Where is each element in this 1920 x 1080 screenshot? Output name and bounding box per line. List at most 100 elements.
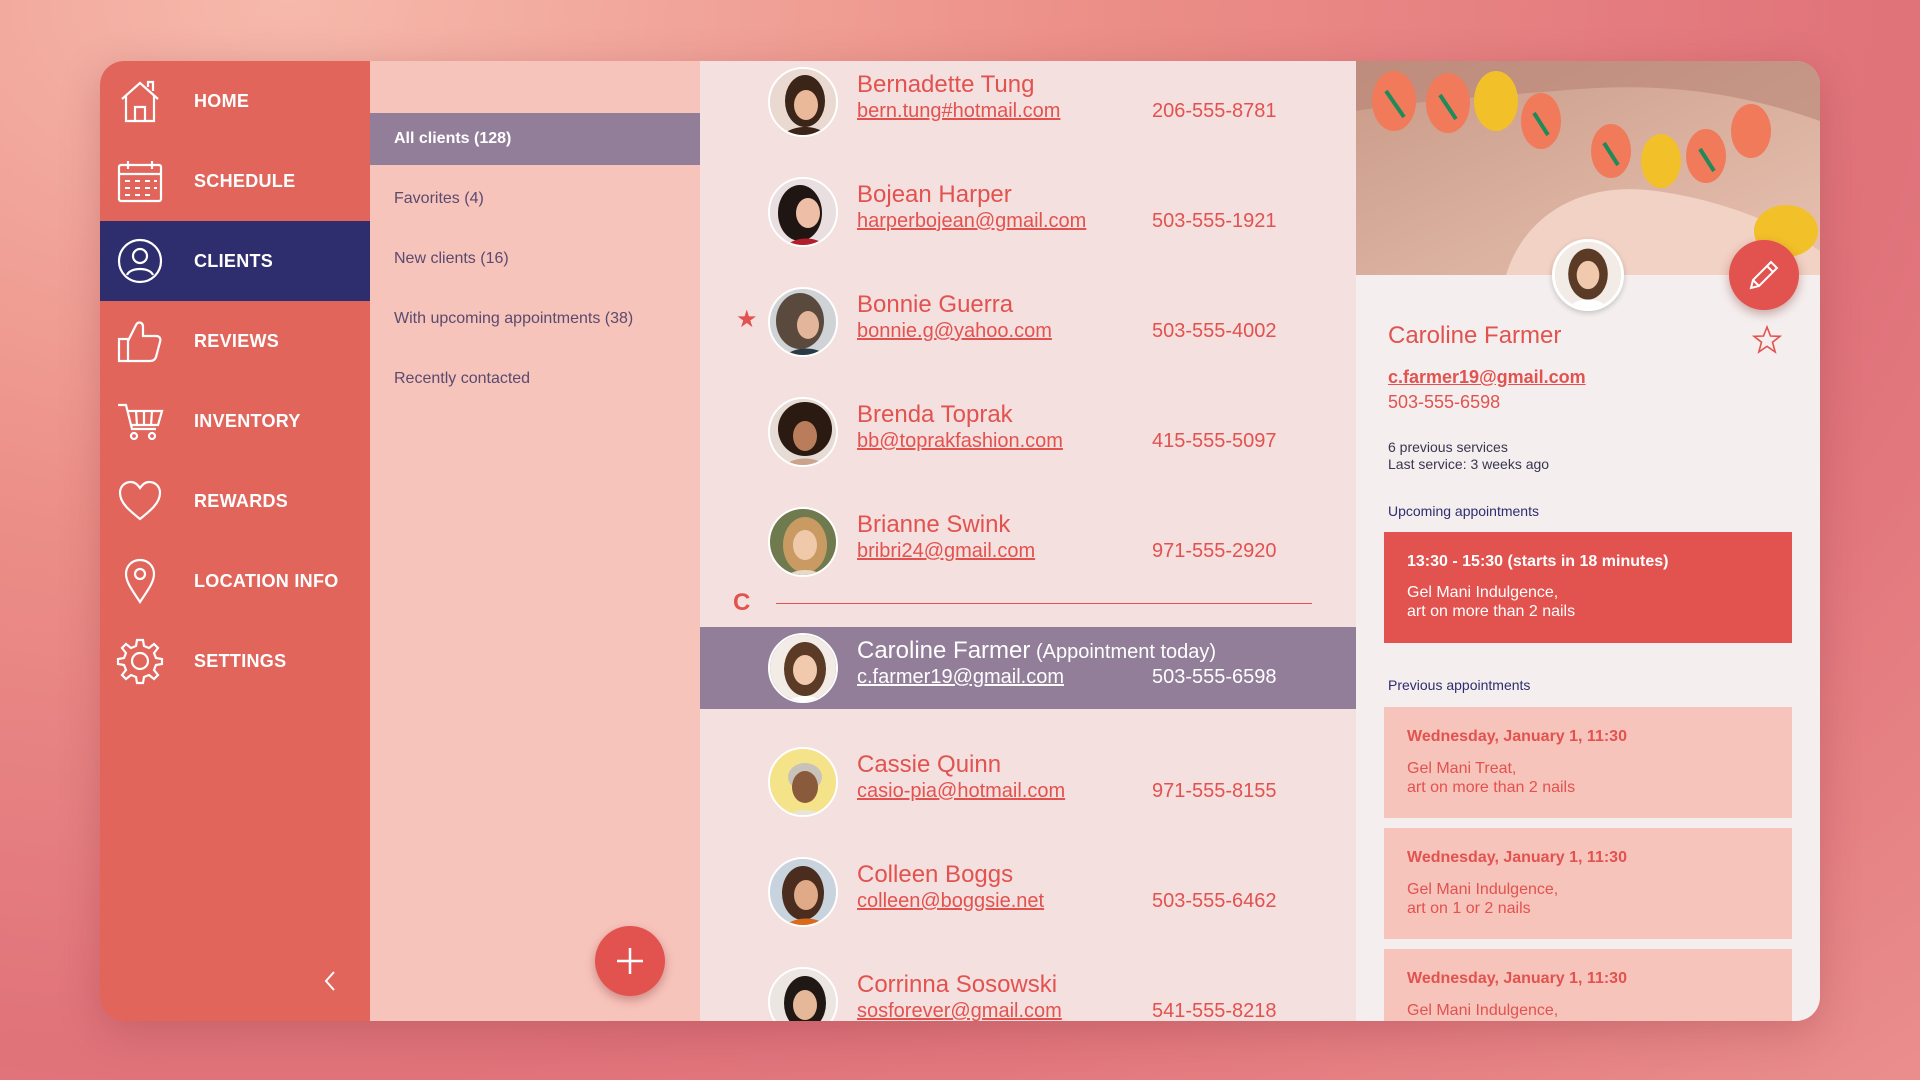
appointment-time: Wednesday, January 1, 11:30 bbox=[1407, 728, 1627, 745]
avatar bbox=[768, 633, 838, 703]
client-email[interactable]: bb@toprakfashion.com bbox=[857, 430, 1063, 453]
avatar bbox=[768, 857, 838, 927]
avatar bbox=[768, 967, 838, 1021]
client-email[interactable]: harperbojean@gmail.com bbox=[857, 210, 1086, 233]
star-outline-icon bbox=[1751, 324, 1783, 354]
avatar bbox=[768, 507, 838, 577]
client-row[interactable]: Colleen Boggs colleen@boggsie.net 503-55… bbox=[700, 851, 1356, 933]
client-name: Bonnie Guerra bbox=[857, 291, 1014, 318]
filter-recently-contacted[interactable]: Recently contacted bbox=[370, 353, 700, 405]
appointment-service: Gel Mani Indulgence, bbox=[1407, 584, 1559, 601]
client-row[interactable]: Cassie Quinn casio-pia@hotmail.com 971-5… bbox=[700, 741, 1356, 823]
nav-label: CLIENTS bbox=[194, 250, 274, 271]
client-email[interactable]: bonnie.g@yahoo.com bbox=[857, 320, 1052, 343]
filter-all-clients[interactable]: All clients (128) bbox=[370, 113, 700, 165]
nav-settings[interactable]: SETTINGS bbox=[100, 621, 370, 701]
previous-appointment-card[interactable]: Wednesday, January 1, 11:30 Gel Mani Ind… bbox=[1384, 828, 1792, 939]
upcoming-appointments-heading: Upcoming appointments bbox=[1388, 503, 1539, 519]
filter-favorites[interactable]: Favorites (4) bbox=[370, 173, 700, 225]
client-name: Brenda Toprak bbox=[857, 401, 1013, 428]
appointment-service: Gel Mani Indulgence, bbox=[1407, 881, 1559, 898]
client-row[interactable]: ★ Bonnie Guerra bonnie.g@yahoo.com 503-5… bbox=[700, 281, 1356, 363]
chevron-left-icon bbox=[324, 971, 335, 991]
thumbs-up-icon bbox=[100, 301, 180, 381]
filter-upcoming-appointments[interactable]: With upcoming appointments (38) bbox=[370, 293, 700, 345]
client-row[interactable]: Corrinna Sosowski sosforever@gmail.com 5… bbox=[700, 961, 1356, 1021]
client-row[interactable]: Bernadette Tung bern.tung#hotmail.com 20… bbox=[700, 61, 1356, 143]
client-filters: All clients (128) Favorites (4) New clie… bbox=[370, 61, 700, 1021]
nav-label: REVIEWS bbox=[194, 330, 280, 351]
nav-label: REWARDS bbox=[194, 490, 289, 511]
appointment-service: Gel Mani Treat, bbox=[1407, 760, 1517, 777]
nav-reviews[interactable]: REVIEWS bbox=[100, 301, 370, 381]
client-name: Cassie Quinn bbox=[857, 751, 1002, 778]
avatar bbox=[768, 397, 838, 467]
client-email[interactable]: bribri24@gmail.com bbox=[857, 540, 1035, 563]
nav-schedule[interactable]: SCHEDULE bbox=[100, 141, 370, 221]
heart-icon bbox=[100, 461, 180, 541]
calendar-icon bbox=[100, 141, 180, 221]
previous-services-count: 6 previous services bbox=[1388, 439, 1508, 455]
collapse-sidebar-button[interactable] bbox=[315, 966, 345, 996]
client-detail-email[interactable]: c.farmer19@gmail.com bbox=[1388, 367, 1586, 388]
favorite-star-icon: ★ bbox=[736, 306, 758, 333]
location-pin-icon bbox=[100, 541, 180, 621]
nav-label: SCHEDULE bbox=[194, 170, 296, 191]
add-client-button[interactable] bbox=[595, 926, 665, 996]
appointment-time: Wednesday, January 1, 11:30 bbox=[1407, 970, 1627, 987]
avatar bbox=[768, 67, 838, 137]
section-letter: C bbox=[733, 589, 751, 616]
nav-label: HOME bbox=[194, 90, 250, 111]
client-phone: 971-555-8155 bbox=[1152, 780, 1277, 802]
filter-new-clients[interactable]: New clients (16) bbox=[370, 233, 700, 285]
upcoming-appointment-card[interactable]: 13:30 - 15:30 (starts in 18 minutes) Gel… bbox=[1384, 532, 1792, 643]
client-name: Brianne Swink bbox=[857, 511, 1011, 538]
nav-home[interactable]: HOME bbox=[100, 61, 370, 141]
client-email[interactable]: colleen@boggsie.net bbox=[857, 890, 1044, 913]
favorite-toggle[interactable] bbox=[1751, 324, 1783, 360]
edit-client-button[interactable] bbox=[1729, 240, 1799, 310]
sidebar: HOME SCHEDULE CLIENTS REVIEWS INVENTORY bbox=[100, 61, 370, 1021]
client-row-selected[interactable]: Caroline Farmer (Appointment today) c.fa… bbox=[700, 627, 1356, 709]
client-avatar bbox=[1552, 239, 1624, 311]
appointment-service-detail: art on more than 2 nails bbox=[1407, 779, 1576, 796]
client-name: Bojean Harper bbox=[857, 181, 1012, 208]
client-row[interactable]: Bojean Harper harperbojean@gmail.com 503… bbox=[700, 171, 1356, 253]
client-phone: 971-555-2920 bbox=[1152, 540, 1277, 562]
nav-rewards[interactable]: REWARDS bbox=[100, 461, 370, 541]
client-details: Caroline Farmer c.farmer19@gmail.com 503… bbox=[1356, 61, 1820, 1021]
service-summary: 6 previous services Last service: 3 week… bbox=[1388, 439, 1549, 473]
client-email[interactable]: casio-pia@hotmail.com bbox=[857, 780, 1065, 803]
nav-inventory[interactable]: INVENTORY bbox=[100, 381, 370, 461]
home-icon bbox=[100, 61, 180, 141]
avatar bbox=[768, 177, 838, 247]
client-detail-phone: 503-555-6598 bbox=[1388, 392, 1501, 412]
client-phone: 503-555-6462 bbox=[1152, 890, 1277, 912]
appointment-today-note: (Appointment today) bbox=[1030, 641, 1217, 663]
appointment-service-detail: art on more than 2 nails bbox=[1407, 603, 1576, 620]
client-list: Bernadette Tung bern.tung#hotmail.com 20… bbox=[700, 61, 1356, 1021]
client-email[interactable]: c.farmer19@gmail.com bbox=[857, 666, 1064, 689]
previous-appointment-card[interactable]: Wednesday, January 1, 11:30 Gel Mani Tre… bbox=[1384, 707, 1792, 818]
nav-clients[interactable]: CLIENTS bbox=[100, 221, 370, 301]
nav-label: SETTINGS bbox=[194, 650, 287, 671]
client-phone: 503-555-4002 bbox=[1152, 320, 1277, 342]
appointment-time: Wednesday, January 1, 11:30 bbox=[1407, 849, 1627, 866]
client-phone: 541-555-8218 bbox=[1152, 1000, 1277, 1021]
appointment-service-detail: art on 1 or 2 nails bbox=[1407, 900, 1531, 917]
client-phone: 503-555-1921 bbox=[1152, 210, 1277, 232]
avatar bbox=[768, 747, 838, 817]
app-window: HOME SCHEDULE CLIENTS REVIEWS INVENTORY bbox=[100, 61, 1820, 1021]
plus-icon bbox=[617, 948, 643, 974]
appointment-service: Gel Mani Indulgence, bbox=[1407, 1002, 1559, 1019]
client-email[interactable]: bern.tung#hotmail.com bbox=[857, 100, 1060, 123]
gear-icon bbox=[100, 621, 180, 701]
previous-appointment-card[interactable]: Wednesday, January 1, 11:30 Gel Mani Ind… bbox=[1384, 949, 1792, 1021]
nav-location-info[interactable]: LOCATION INFO bbox=[100, 541, 370, 621]
client-email[interactable]: sosforever@gmail.com bbox=[857, 1000, 1062, 1021]
nav-label: INVENTORY bbox=[194, 410, 301, 431]
cart-icon bbox=[100, 381, 180, 461]
client-row[interactable]: Brenda Toprak bb@toprakfashion.com 415-5… bbox=[700, 391, 1356, 473]
client-row[interactable]: Brianne Swink bribri24@gmail.com 971-555… bbox=[700, 501, 1356, 583]
client-detail-name: Caroline Farmer bbox=[1388, 322, 1562, 349]
